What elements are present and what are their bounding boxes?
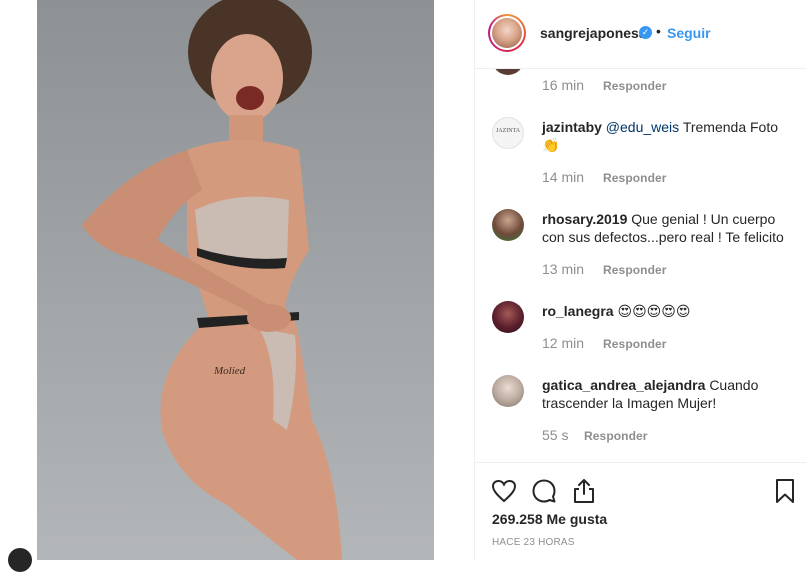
follow-button[interactable]: Seguir: [667, 25, 711, 41]
post-details-panel: sangrejaponesa ✓ • Seguir 16 min Respond…: [474, 0, 806, 561]
reply-button[interactable]: Responder: [603, 171, 667, 185]
comment-username[interactable]: rhosary.2019: [542, 211, 627, 227]
comment-time: 14 min: [542, 169, 585, 185]
heart-icon[interactable]: [490, 477, 518, 505]
nav-previous-button[interactable]: [8, 548, 32, 572]
avatar-image: [492, 18, 522, 48]
comment-text: ro_lanegra 😍😍😍😍😍: [542, 302, 792, 320]
likes-count[interactable]: 269.258 Me gusta: [492, 511, 607, 527]
reply-button[interactable]: Responder: [603, 337, 667, 351]
comment-text: gatica_andrea_alejandra Cuando trascende…: [542, 376, 792, 412]
post-timestamp: HACE 23 HORAS: [492, 537, 575, 548]
comment-avatar[interactable]: [492, 69, 524, 75]
comment-time: 16 min: [542, 77, 585, 93]
image-panel-gap: [434, 0, 474, 560]
comment-username[interactable]: jazintaby: [542, 119, 602, 135]
comment-avatar[interactable]: [492, 301, 524, 333]
comment-time: 55 s: [542, 427, 569, 443]
comment-time: 13 min: [542, 261, 585, 277]
mouth-shape: [236, 86, 264, 110]
bookmark-icon[interactable]: [771, 477, 799, 505]
comment-text: jazintaby @edu_weis Tremenda Foto 👏: [542, 118, 792, 154]
comment-avatar[interactable]: [492, 375, 524, 407]
post-photo-illustration: Molied: [82, 0, 342, 560]
comment-avatar[interactable]: [492, 209, 524, 241]
comment-mention[interactable]: @edu_weis: [606, 119, 679, 135]
hips-shape: [160, 320, 342, 560]
post-photo: Molied: [37, 0, 434, 560]
tattoo-text: Molied: [213, 365, 246, 377]
hand-shape: [247, 304, 291, 332]
comment-username[interactable]: gatica_andrea_alejandra: [542, 377, 705, 393]
author-avatar[interactable]: [488, 14, 526, 52]
avatar-logo-text: JAZINTA: [495, 128, 521, 134]
comments-list[interactable]: 16 min Responder JAZINTA jazintaby @edu_…: [475, 69, 806, 462]
comment-icon[interactable]: [530, 477, 558, 505]
verified-badge-icon: ✓: [639, 26, 652, 39]
comment-avatar[interactable]: JAZINTA: [492, 117, 524, 149]
share-icon[interactable]: [570, 477, 598, 505]
reply-button[interactable]: Responder: [603, 79, 667, 93]
comment-username[interactable]: ro_lanegra: [542, 303, 614, 319]
left-gutter: [0, 0, 37, 560]
header-separator: •: [656, 23, 661, 39]
comment-body: 😍😍😍😍😍: [617, 303, 691, 319]
post-header: sangrejaponesa ✓ • Seguir: [475, 0, 806, 69]
author-username[interactable]: sangrejaponesa: [540, 25, 647, 41]
comment-text: rhosary.2019 Que genial ! Un cuerpo con …: [542, 210, 792, 246]
comment-time: 12 min: [542, 335, 585, 351]
post-actions: 269.258 Me gusta HACE 23 HORAS: [475, 462, 806, 561]
reply-button[interactable]: Responder: [584, 429, 648, 443]
reply-button[interactable]: Responder: [603, 263, 667, 277]
